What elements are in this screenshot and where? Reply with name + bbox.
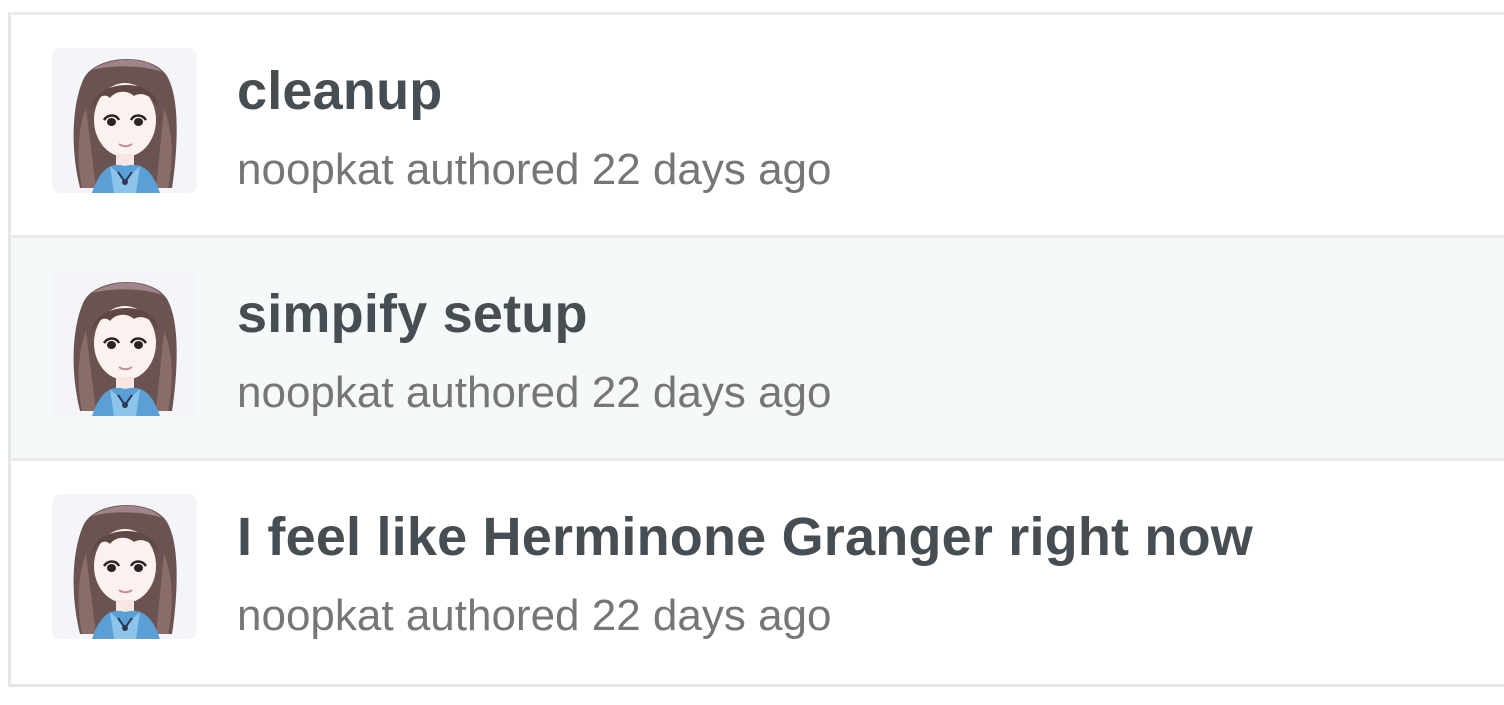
avatar[interactable] <box>52 48 197 193</box>
author-link[interactable]: noopkat <box>237 591 394 640</box>
commit-time: 22 days ago <box>591 368 832 417</box>
commit-row[interactable]: cleanup noopkat authored 22 days ago <box>11 15 1504 238</box>
commit-title-link[interactable]: I feel like Herminone Granger right now <box>237 507 1253 567</box>
commit-verb: authored <box>405 591 580 640</box>
commit-row[interactable]: I feel like Herminone Granger right now … <box>11 461 1504 684</box>
commit-verb: authored <box>405 368 580 417</box>
user-avatar-icon <box>52 271 197 416</box>
user-avatar-icon <box>52 494 197 639</box>
commit-meta: noopkat authored 22 days ago <box>237 145 832 195</box>
commit-title-link[interactable]: cleanup <box>237 61 442 121</box>
commit-row[interactable]: simpify setup noopkat authored 22 days a… <box>11 238 1504 461</box>
user-avatar-icon <box>52 48 197 193</box>
commit-meta: noopkat authored 22 days ago <box>237 368 832 418</box>
commit-meta: noopkat authored 22 days ago <box>237 591 832 641</box>
author-link[interactable]: noopkat <box>237 145 394 194</box>
commit-list: cleanup noopkat authored 22 days ago sim… <box>8 12 1504 687</box>
commit-verb: authored <box>405 145 580 194</box>
avatar[interactable] <box>52 494 197 639</box>
commit-title-link[interactable]: simpify setup <box>237 284 588 344</box>
avatar[interactable] <box>52 271 197 416</box>
commit-time: 22 days ago <box>591 145 832 194</box>
commit-time: 22 days ago <box>591 591 832 640</box>
author-link[interactable]: noopkat <box>237 368 394 417</box>
